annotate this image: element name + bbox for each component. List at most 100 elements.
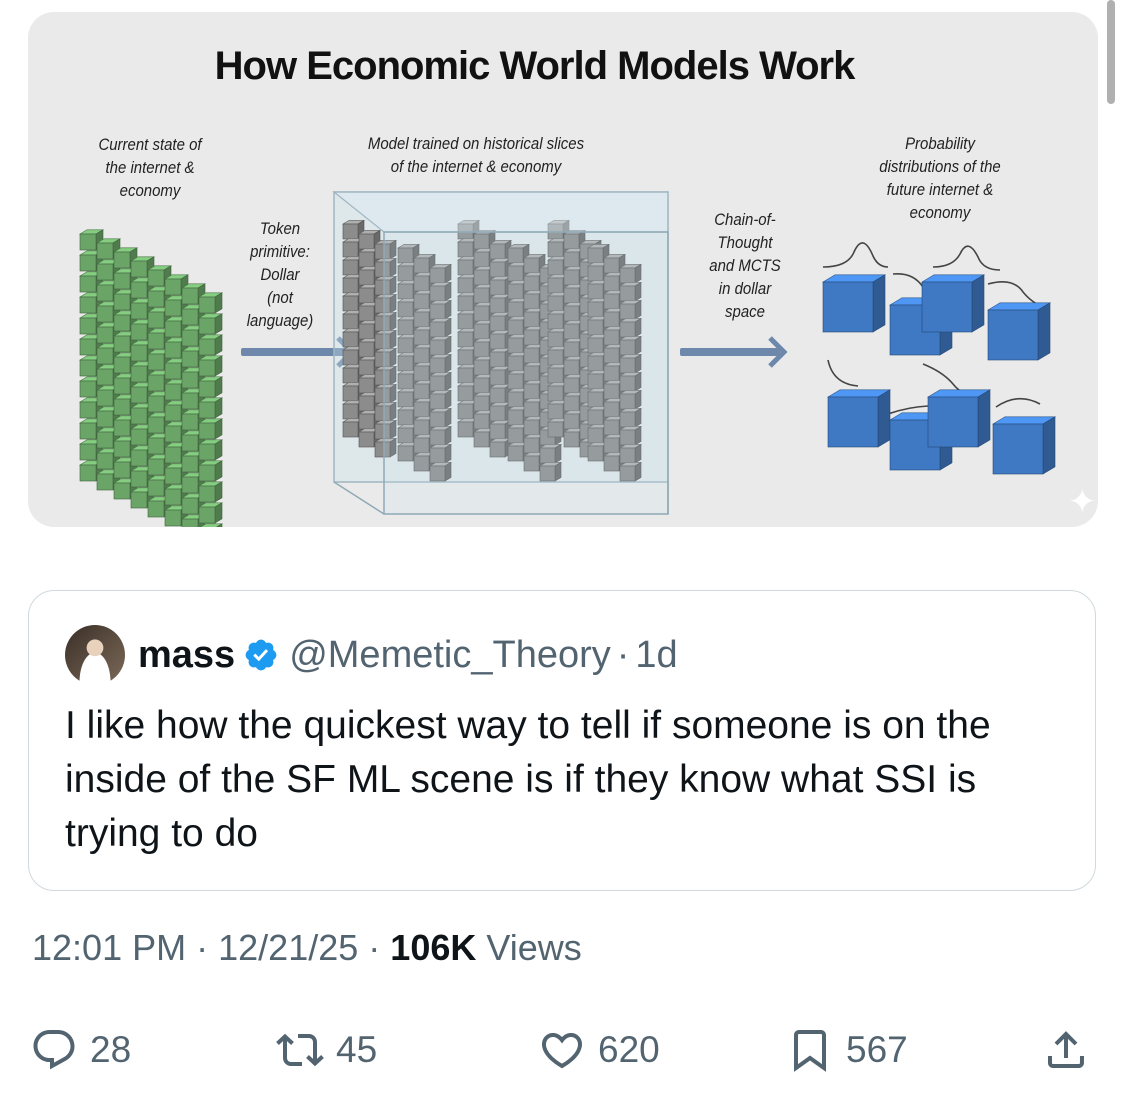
- gray-cube-front: [358, 323, 375, 340]
- tweet-image[interactable]: ✦: [28, 12, 1098, 527]
- gray-cube-front: [358, 377, 375, 394]
- gray-cube-front: [342, 223, 359, 240]
- gray-cube-front: [342, 277, 359, 294]
- page-scrollbar[interactable]: [1107, 0, 1115, 104]
- views-count[interactable]: 106K: [390, 927, 476, 968]
- blue-cube-front: [987, 309, 1039, 361]
- green-cube-front: [79, 380, 97, 398]
- green-cube-front: [79, 359, 97, 377]
- quoted-tweet[interactable]: mass @Memetic_Theory · 1d I like how the…: [28, 590, 1096, 891]
- avatar[interactable]: [65, 625, 125, 685]
- green-cube-front: [198, 296, 216, 314]
- green-cube-front: [164, 404, 182, 422]
- heart-icon: [541, 1033, 583, 1069]
- green-cube-front: [130, 386, 148, 404]
- distribution-curve: [932, 245, 1001, 271]
- green-cube-front: [181, 371, 199, 389]
- green-cube-front: [130, 281, 148, 299]
- green-cube-front: [113, 293, 131, 311]
- repost-icon: [276, 1033, 324, 1067]
- green-cube-front: [164, 446, 182, 464]
- green-cube-front: [181, 329, 199, 347]
- meta-separator: ·: [368, 927, 381, 968]
- green-cube-front: [181, 434, 199, 452]
- gray-cube-front: [358, 359, 375, 376]
- green-cube-front: [181, 392, 199, 410]
- quoted-tweet-time[interactable]: 1d: [635, 634, 677, 677]
- green-cube-front: [147, 500, 165, 518]
- gray-cube-front: [342, 331, 359, 348]
- gray-cube-front: [358, 233, 375, 250]
- green-cube-front: [198, 443, 216, 461]
- green-cube-front: [164, 488, 182, 506]
- repost-count: 45: [336, 1029, 378, 1070]
- repost-button[interactable]: 45: [276, 1020, 377, 1080]
- gray-cube-front: [358, 431, 375, 448]
- green-cube-front: [79, 317, 97, 335]
- gray-cube-front: [342, 313, 359, 330]
- reply-count: 28: [90, 1029, 132, 1070]
- green-cube-front: [181, 350, 199, 368]
- green-cube-front: [181, 413, 199, 431]
- header-separator: ·: [616, 633, 630, 676]
- green-cube-front: [96, 368, 114, 386]
- green-cube-front: [147, 332, 165, 350]
- blue-cube-side: [1042, 416, 1056, 475]
- caption-chain-of-thought: Chain-of- Thought and MCTS in dollar space: [709, 210, 781, 321]
- bookmark-count: 567: [846, 1029, 908, 1070]
- distribution-curve: [827, 359, 859, 387]
- blue-cube-front: [921, 281, 973, 333]
- green-cube-front: [198, 380, 216, 398]
- green-cube-front: [113, 482, 131, 500]
- cot-arrow-shaft: [680, 348, 780, 356]
- blue-cube-side: [877, 389, 891, 448]
- green-cube-front: [181, 287, 199, 305]
- blue-cube-side: [1037, 302, 1051, 361]
- bookmark-button[interactable]: 567: [786, 1020, 908, 1080]
- green-cube-front: [181, 308, 199, 326]
- green-cube-front: [79, 338, 97, 356]
- green-cube-front: [96, 242, 114, 260]
- blue-cube-side: [872, 274, 886, 333]
- green-cube-front: [79, 422, 97, 440]
- green-cube-front: [198, 464, 216, 482]
- green-cube-front: [130, 449, 148, 467]
- green-cube-front: [79, 401, 97, 419]
- green-cube-front: [130, 260, 148, 278]
- green-cube-front: [147, 374, 165, 392]
- green-cube-front: [96, 305, 114, 323]
- blue-cube-front: [827, 396, 879, 448]
- reply-button[interactable]: 28: [30, 1020, 131, 1080]
- green-cube-front: [130, 470, 148, 488]
- gray-cube-front: [342, 385, 359, 402]
- distribution-curve: [987, 281, 1044, 307]
- tweet-meta: 12:01 PM · 12/21/25 · 106K Views: [32, 927, 582, 969]
- meta-separator: ·: [196, 927, 209, 968]
- blue-cube-front: [927, 396, 979, 448]
- gray-cube-front: [342, 421, 359, 438]
- author-handle[interactable]: @Memetic_Theory: [289, 634, 611, 677]
- green-cube-front: [147, 416, 165, 434]
- diagram-title: How Economic World Models Work: [214, 44, 856, 88]
- green-cube-front: [164, 362, 182, 380]
- blue-cube-front: [822, 281, 874, 333]
- green-cube-front: [147, 353, 165, 371]
- gray-cube-front: [358, 269, 375, 286]
- green-cube-front: [164, 278, 182, 296]
- green-cube-front: [198, 359, 216, 377]
- share-button[interactable]: [1042, 1020, 1090, 1080]
- green-cube-front: [181, 476, 199, 494]
- green-cube-front: [113, 440, 131, 458]
- author-name[interactable]: mass: [138, 634, 235, 677]
- green-cube-front: [198, 422, 216, 440]
- green-cube-front: [113, 398, 131, 416]
- tweet-date[interactable]: 12/21/25: [218, 927, 358, 968]
- views-label[interactable]: Views: [486, 927, 581, 968]
- gray-cube-front: [342, 241, 359, 258]
- like-button[interactable]: 620: [538, 1020, 660, 1080]
- green-cube-front: [198, 506, 216, 524]
- green-cube-front: [113, 272, 131, 290]
- gray-cube-front: [358, 287, 375, 304]
- green-cube-front: [79, 464, 97, 482]
- tweet-time[interactable]: 12:01 PM: [32, 927, 186, 968]
